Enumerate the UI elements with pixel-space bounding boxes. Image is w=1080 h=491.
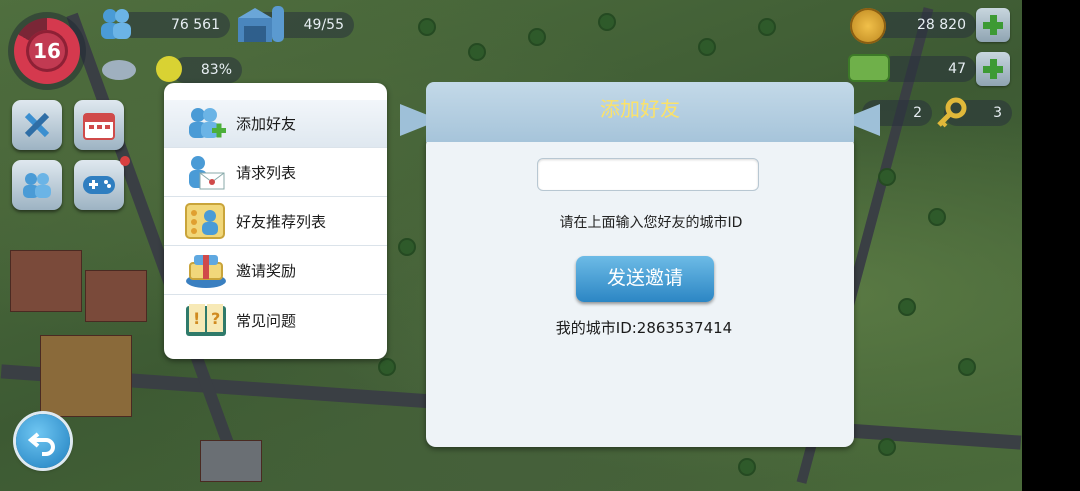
level-badge: 16: [26, 30, 68, 72]
send-invite-button[interactable]: 发送邀请: [576, 256, 714, 302]
dialog-title-banner: 添加好友: [400, 82, 880, 154]
menu-item-request-list[interactable]: 请求列表: [164, 149, 387, 197]
simcash-banknote-icon: [848, 54, 890, 82]
happiness-smiley-icon: [156, 56, 182, 82]
tree: [470, 45, 484, 59]
ufo-disaster-icon: [102, 60, 136, 80]
calendar-icon: [83, 113, 115, 140]
menu-item-add-friend[interactable]: 添加好友: [164, 100, 387, 148]
factory-building: [10, 250, 82, 312]
tree: [880, 440, 894, 454]
notification-dot: [120, 156, 130, 166]
faq-book-icon: !?: [184, 300, 228, 340]
calendar-button[interactable]: [74, 100, 124, 150]
svg-text:!: !: [193, 309, 200, 328]
tree: [930, 210, 944, 224]
gamepad-icon: [83, 176, 115, 194]
simoleon-coin-icon: [850, 8, 886, 44]
tree: [960, 360, 974, 374]
happiness-value: 83%: [200, 62, 232, 78]
tree: [900, 300, 914, 314]
menu-item-faq[interactable]: !? 常见问题: [164, 296, 387, 344]
svg-text:?: ?: [211, 309, 220, 328]
menu-item-recommend-list[interactable]: 好友推荐列表: [164, 198, 387, 246]
key-icon: [934, 96, 968, 130]
recommend-list-icon: [184, 202, 228, 242]
games-button[interactable]: [74, 160, 124, 210]
population-value: 76 561: [171, 17, 220, 33]
tree: [880, 170, 894, 184]
invite-reward-icon: [184, 251, 228, 291]
city-hall-building: [40, 335, 132, 417]
simoleons-value: 28 820: [917, 17, 966, 33]
menu-item-label: 常见问题: [236, 311, 297, 330]
simcash-value: 47: [948, 61, 966, 77]
settings-tools-button[interactable]: [12, 100, 62, 150]
back-button[interactable]: [16, 414, 70, 468]
population-icon: [96, 6, 136, 42]
menu-item-label: 添加好友: [236, 115, 297, 133]
level-indicator[interactable]: 16: [8, 12, 86, 90]
simcash-counter: 47: [880, 56, 976, 82]
menu-item-invite-reward[interactable]: 邀请奖励: [164, 247, 387, 295]
buy-simcash-button[interactable]: [976, 52, 1010, 86]
menu-item-label: 邀请奖励: [236, 262, 297, 280]
tree: [600, 15, 614, 29]
storage-value: 49/55: [303, 17, 344, 33]
keys-value: 3: [993, 105, 1002, 121]
tree: [700, 40, 714, 54]
city-id-input[interactable]: [537, 158, 759, 191]
friends-menu-panel: 添加好友 请求列表 好友推荐列表 邀请奖励 !? 常见问题: [164, 83, 387, 359]
city-id-hint: 请在上面输入您好友的城市ID: [559, 215, 743, 231]
menu-item-label: 请求列表: [236, 164, 297, 182]
tree: [380, 360, 394, 374]
my-city-id: 我的城市ID:2863537414: [555, 319, 733, 337]
menu-item-label: 好友推荐列表: [236, 213, 327, 231]
factory-building: [85, 270, 147, 322]
buy-simoleons-button[interactable]: [976, 8, 1010, 42]
happiness-counter: 83%: [172, 57, 242, 83]
golden-keys-value: 2: [913, 105, 922, 121]
screen-edge-bar: [1022, 0, 1080, 491]
house-building: [200, 440, 262, 482]
tree: [420, 20, 434, 34]
storage-warehouse-icon: [234, 4, 286, 44]
tree: [740, 460, 754, 474]
tree: [400, 240, 414, 254]
request-list-icon: [184, 153, 228, 193]
friends-button[interactable]: [12, 160, 62, 210]
friends-group-icon: [23, 173, 51, 198]
tree: [530, 30, 544, 44]
tree: [760, 20, 774, 34]
back-arrow-icon: [27, 432, 55, 456]
wrench-screwdriver-icon: [24, 112, 50, 138]
add-friend-icon: [184, 104, 228, 144]
dialog-title: 添加好友: [426, 82, 854, 142]
